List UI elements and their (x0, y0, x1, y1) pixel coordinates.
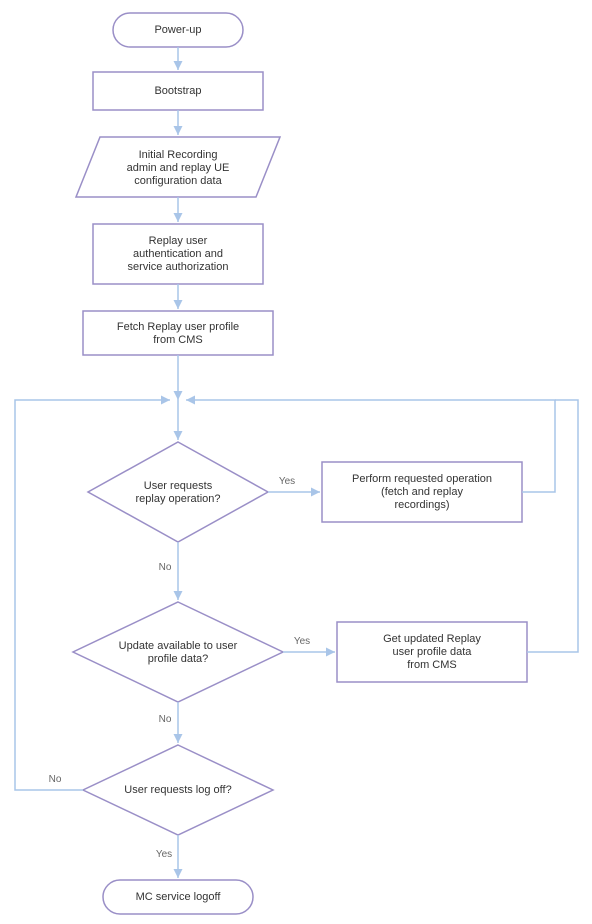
node-fetch-profile: Fetch Replay user profile from CMS (83, 311, 273, 355)
edge-n6-n7-label: Yes (279, 476, 295, 487)
node-get-updated-profile-label-2: user profile data (393, 646, 473, 658)
node-bootstrap-label: Bootstrap (154, 85, 201, 97)
node-initial-recording-label-1: Initial Recording (139, 149, 218, 161)
node-fetch-profile-label-1: Fetch Replay user profile (117, 321, 239, 333)
node-perform-operation: Perform requested operation (fetch and r… (322, 462, 522, 522)
edge-n9-merge (527, 400, 578, 652)
node-initial-recording-label-2: admin and replay UE (127, 162, 230, 174)
node-initial-recording: Initial Recording admin and replay UE co… (76, 137, 280, 197)
node-user-requests-logoff: User requests log off? (83, 745, 273, 835)
node-get-updated-profile-label-3: from CMS (407, 659, 457, 671)
node-fetch-profile-label-2: from CMS (153, 334, 203, 346)
node-update-available: Update available to user profile data? (73, 602, 283, 702)
node-user-requests-replay-label-2: replay operation? (135, 493, 220, 505)
node-user-requests-logoff-label: User requests log off? (124, 784, 231, 796)
node-replay-user-auth-label-3: service authorization (128, 261, 229, 273)
edge-n6-n8-label: No (159, 562, 172, 573)
node-user-requests-replay: User requests replay operation? (88, 442, 268, 542)
flowchart-canvas: Power-up Bootstrap Initial Recording adm… (0, 0, 592, 924)
node-perform-operation-label-2: (fetch and replay (381, 486, 463, 498)
edge-n10-merge-label: No (49, 774, 62, 785)
edge-n8-n9-label: Yes (294, 636, 310, 647)
node-bootstrap: Bootstrap (93, 72, 263, 110)
node-update-available-label-1: Update available to user (119, 640, 238, 652)
node-replay-user-auth-label-1: Replay user (149, 235, 208, 247)
node-initial-recording-label-3: configuration data (134, 175, 222, 187)
node-mc-service-logoff: MC service logoff (103, 880, 253, 914)
node-user-requests-replay-label-1: User requests (144, 480, 213, 492)
node-power-up-label: Power-up (154, 24, 201, 36)
node-get-updated-profile-label-1: Get updated Replay (383, 633, 481, 645)
node-replay-user-auth: Replay user authentication and service a… (93, 224, 263, 284)
edge-n8-n10-label: No (159, 714, 172, 725)
node-replay-user-auth-label-2: authentication and (133, 248, 223, 260)
edge-n10-merge (15, 400, 170, 790)
edge-n10-n11-label: Yes (156, 849, 172, 860)
node-update-available-label-2: profile data? (148, 653, 209, 665)
node-mc-service-logoff-label: MC service logoff (136, 891, 222, 903)
node-get-updated-profile: Get updated Replay user profile data fro… (337, 622, 527, 682)
node-perform-operation-label-3: recordings) (394, 499, 449, 511)
node-perform-operation-label-1: Perform requested operation (352, 473, 492, 485)
node-power-up: Power-up (113, 13, 243, 47)
